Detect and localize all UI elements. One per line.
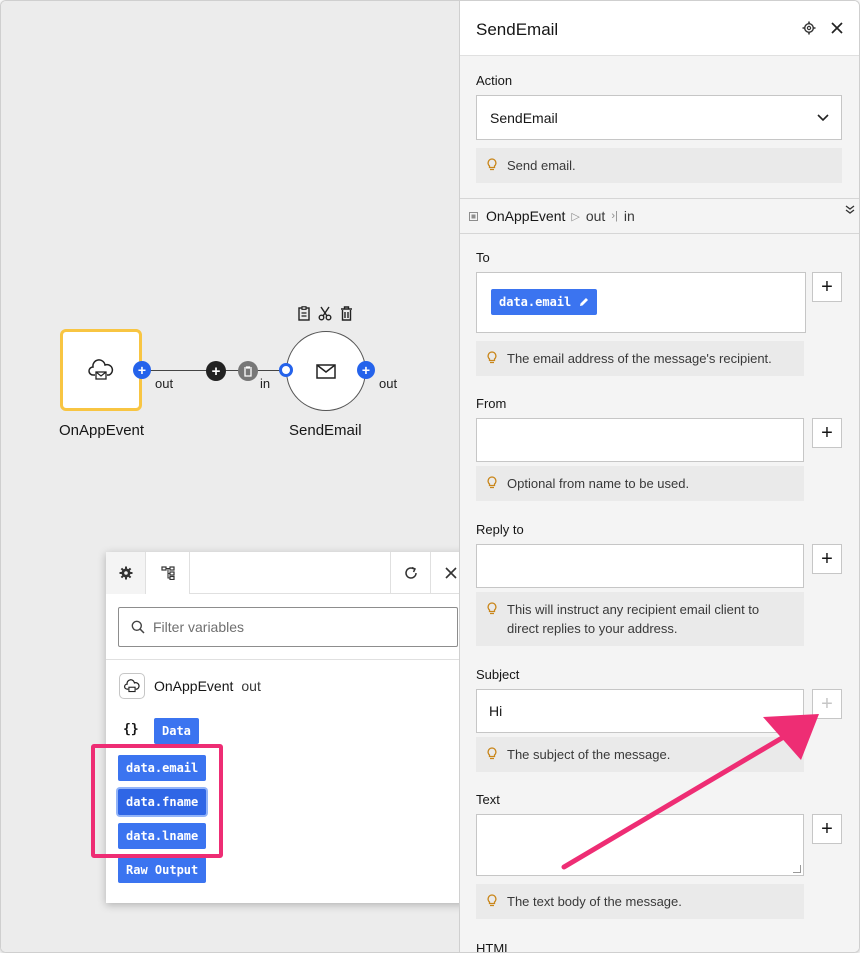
lightbulb-icon (487, 158, 497, 171)
subject-add-variable-button[interactable]: + (812, 689, 842, 719)
variable-chip-data[interactable]: Data (154, 718, 199, 744)
reply-to-add-variable-button[interactable]: + (812, 544, 842, 574)
text-hint-text: The text body of the message. (507, 894, 682, 909)
from-hint: Optional from name to be used. (476, 466, 804, 501)
variables-tabs (106, 552, 470, 594)
to-hint-text: The email address of the message's recip… (507, 351, 772, 366)
refresh-button[interactable] (390, 552, 430, 594)
filter-placeholder: Filter variables (153, 619, 245, 635)
text-hint: The text body of the message. (476, 884, 804, 919)
settings-button[interactable] (800, 19, 818, 37)
subject-hint-text: The subject of the message. (507, 747, 671, 762)
subject-label: Subject (476, 667, 520, 682)
search-icon (131, 620, 145, 634)
onappevent-node-label: OnAppEvent (59, 422, 145, 439)
to-label: To (476, 250, 490, 265)
trash-icon (244, 365, 252, 377)
add-output-button[interactable]: + (133, 361, 151, 379)
sendemail-node-label: SendEmail (289, 422, 362, 439)
html-label: HTML (476, 941, 512, 953)
gear-icon (119, 566, 132, 580)
properties-panel: SendEmail Action SendEmail Send email. O… (459, 1, 859, 953)
breadcrumb-node: OnAppEvent (486, 208, 566, 224)
panel-title: SendEmail (476, 20, 559, 39)
from-label: From (476, 396, 507, 411)
from-hint-text: Optional from name to be used. (507, 476, 690, 491)
panel-header: SendEmail (460, 1, 859, 56)
node-toolbar (297, 305, 353, 321)
tree-icon (160, 566, 175, 580)
reply-to-label: Reply to (476, 522, 524, 537)
action-hint: Send email. (476, 148, 842, 183)
lightbulb-icon (487, 476, 497, 489)
reply-to-field[interactable] (476, 544, 804, 588)
trash-icon[interactable] (339, 305, 353, 321)
to-hint: The email address of the message's recip… (476, 341, 804, 376)
to-field[interactable]: data.email (476, 272, 806, 333)
reply-to-hint: This will instruct any recipient email c… (476, 592, 804, 646)
source-name: OnAppEvent (154, 678, 234, 694)
lightbulb-icon (487, 351, 497, 364)
node-small-icon (469, 211, 478, 221)
lightbulb-icon (487, 602, 497, 615)
collapse-chevron-icon[interactable] (845, 205, 855, 215)
insert-node-button[interactable]: + (206, 361, 226, 381)
pencil-icon[interactable] (579, 297, 589, 307)
sendemail-in-label: in (260, 376, 271, 391)
reply-to-hint-text: This will instruct any recipient email c… (507, 602, 760, 636)
cloud-mail-icon (119, 673, 145, 699)
variable-source-row: OnAppEvent out (119, 673, 261, 699)
close-icon (831, 22, 843, 34)
onappevent-node[interactable] (60, 329, 142, 411)
to-chip-text: data.email (499, 295, 572, 309)
resize-handle[interactable] (793, 865, 801, 873)
add-output-button-sendemail[interactable]: + (357, 361, 375, 379)
lightbulb-icon (487, 747, 497, 760)
tab-variables-tree[interactable] (146, 552, 190, 594)
lightbulb-icon (487, 894, 497, 907)
action-hint-text: Send email. (507, 158, 576, 173)
sendemail-input-port[interactable] (279, 363, 293, 377)
action-label: Action (476, 73, 513, 88)
app-window: + out OnAppEvent + in + out SendEmail Fi… (0, 0, 860, 953)
refresh-icon (404, 566, 417, 579)
sendemail-out-label: out (379, 376, 398, 391)
object-braces-icon: {} (123, 722, 139, 737)
onappevent-out-label: out (155, 376, 174, 391)
to-add-variable-button[interactable]: + (812, 272, 842, 302)
delete-edge-button[interactable] (238, 361, 258, 381)
sendemail-node[interactable] (286, 331, 366, 411)
to-variable-chip[interactable]: data.email (491, 289, 598, 315)
clipboard-icon[interactable] (297, 305, 311, 321)
scissors-icon[interactable] (318, 305, 332, 321)
cloud-mail-icon (88, 359, 114, 380)
variable-chip-raw-output[interactable]: Raw Output (118, 857, 207, 883)
breadcrumb-in: in (623, 208, 635, 224)
input-mapping-breadcrumb: OnAppEvent ▷ out ›| in (460, 198, 859, 234)
mail-icon (316, 363, 336, 379)
close-icon (444, 567, 457, 579)
subject-value: Hi (489, 703, 503, 719)
flow-canvas[interactable]: + out OnAppEvent + in + out SendEmail Fi… (1, 1, 470, 952)
action-select[interactable]: SendEmail (476, 95, 842, 140)
text-label: Text (476, 792, 500, 807)
source-port: out (241, 678, 261, 694)
from-add-variable-button[interactable]: + (812, 418, 842, 448)
text-textarea[interactable] (476, 814, 804, 876)
breadcrumb-separator-icon: ›| (611, 210, 618, 222)
text-add-variable-button[interactable]: + (812, 814, 842, 844)
gear-icon (802, 21, 816, 35)
chevron-down-icon (817, 114, 829, 122)
action-select-value: SendEmail (490, 109, 558, 126)
breadcrumb-out: out (585, 208, 606, 224)
divider (106, 659, 470, 660)
from-field[interactable] (476, 418, 804, 462)
tab-settings[interactable] (106, 552, 146, 594)
annotation-highlight-box (91, 744, 223, 858)
breadcrumb-separator-icon: ▷ (571, 210, 580, 223)
close-panel-button[interactable] (828, 19, 846, 37)
subject-hint: The subject of the message. (476, 737, 804, 772)
subject-field[interactable]: Hi (476, 689, 804, 733)
filter-variables-input[interactable]: Filter variables (118, 607, 458, 647)
